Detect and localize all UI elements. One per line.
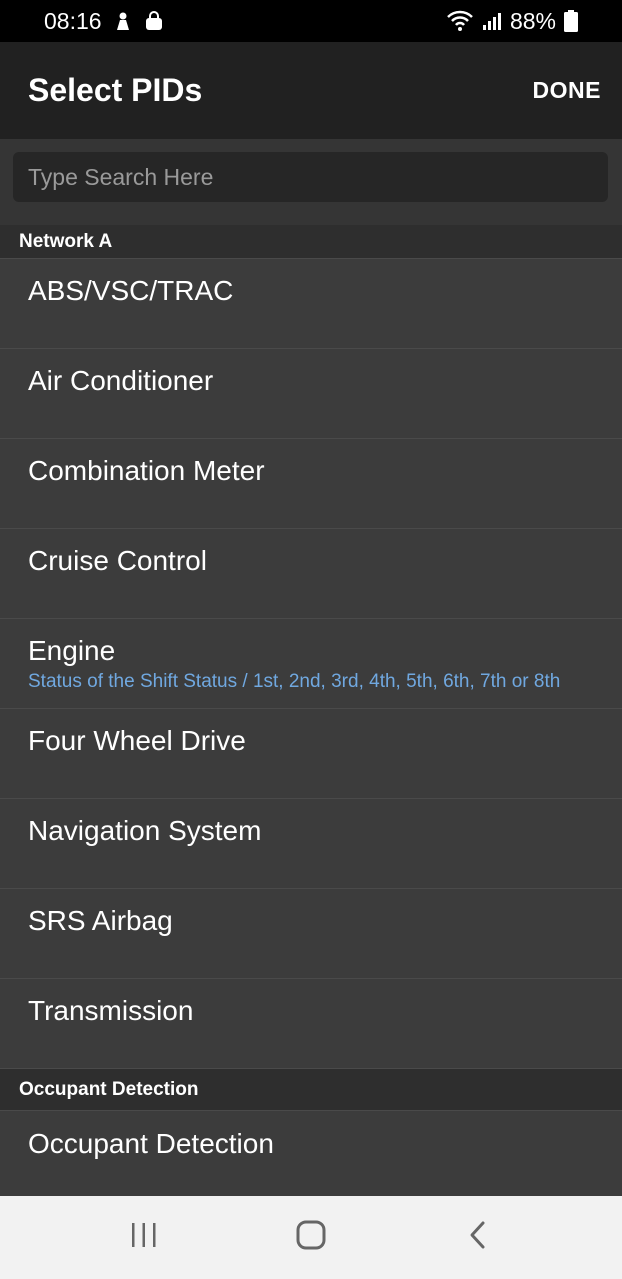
list-item-label: Cruise Control [28, 545, 207, 576]
list-item-label: Combination Meter [28, 455, 265, 486]
list-item-occupant-detection[interactable]: Occupant Detection [0, 1111, 622, 1201]
status-time: 08:16 [44, 7, 102, 34]
list-item-air-conditioner[interactable]: Air Conditioner [0, 349, 622, 439]
list-occupant-detection: Occupant Detection [0, 1111, 622, 1201]
list-item-label: Air Conditioner [28, 365, 214, 396]
list-item-four-wheel-drive[interactable]: Four Wheel Drive [0, 709, 622, 799]
signal-icon [482, 11, 502, 31]
list-item-cruise-control[interactable]: Cruise Control [0, 529, 622, 619]
search-container [0, 139, 622, 225]
list-item-label: Transmission [28, 995, 194, 1026]
list-item-subtitle: Status of the Shift Status / 1st, 2nd, 3… [28, 671, 561, 692]
list-item-srs-airbag[interactable]: SRS Airbag [0, 889, 622, 979]
list-item-label: ABS/VSC/TRAC [28, 275, 234, 306]
home-button[interactable] [271, 1208, 351, 1268]
notification-icon [114, 11, 132, 31]
list-item-navigation-system[interactable]: Navigation System [0, 799, 622, 889]
status-bar: 08:16 88% [0, 0, 622, 42]
shopping-bag-icon [144, 11, 164, 31]
list-item-label: Occupant Detection [28, 1128, 274, 1159]
wifi-icon [446, 10, 474, 32]
done-button[interactable]: DONE [533, 77, 601, 104]
home-icon [296, 1220, 326, 1255]
list-item-transmission[interactable]: Transmission [0, 979, 622, 1069]
recent-apps-icon [130, 1222, 158, 1253]
battery-percent: 88% [509, 7, 556, 34]
back-icon [468, 1220, 488, 1255]
list-item-abs-vsc-trac[interactable]: ABS/VSC/TRAC [0, 259, 622, 349]
app-bar: Select PIDs DONE [0, 42, 622, 139]
list-network-a: ABS/VSC/TRAC Air Conditioner Combination… [0, 259, 622, 1069]
list-item-combination-meter[interactable]: Combination Meter [0, 439, 622, 529]
list-item-label: SRS Airbag [28, 905, 173, 936]
search-input[interactable] [13, 152, 608, 202]
back-button[interactable] [438, 1208, 518, 1268]
list-item-label: Navigation System [28, 815, 262, 846]
recent-apps-button[interactable] [104, 1208, 184, 1268]
page-title: Select PIDs [28, 72, 203, 108]
list-item-engine[interactable]: Engine Status of the Shift Status / 1st,… [0, 619, 622, 709]
list-item-label: Four Wheel Drive [28, 725, 246, 756]
section-header-network-a: Network A [0, 225, 622, 259]
list-item-label: Engine [28, 635, 116, 666]
section-header-occupant-detection: Occupant Detection [0, 1069, 622, 1111]
system-nav-bar [0, 1196, 622, 1279]
battery-icon [564, 10, 578, 32]
